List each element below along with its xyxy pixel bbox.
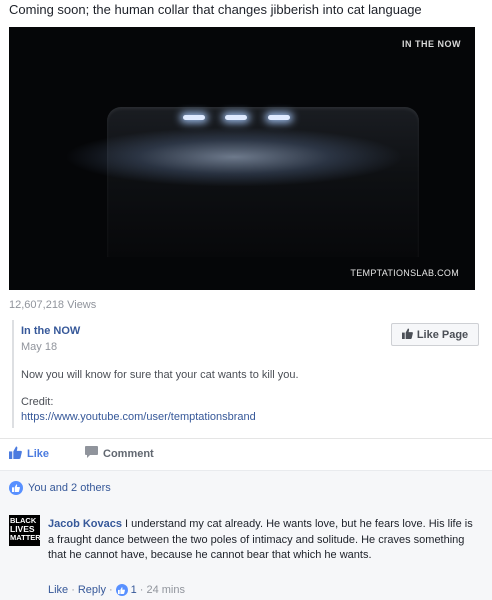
meta-separator: · [139,584,144,596]
post-text: Now you will know for sure that your cat… [21,369,299,381]
comment-button-label: Comment [103,447,154,460]
like-button-label: Like [27,448,50,460]
thumbs-up-icon [401,327,413,342]
meta-separator: · [108,584,113,596]
like-page-label: Like Page [416,328,469,341]
like-reaction-icon [9,481,23,495]
comment-time[interactable]: 24 mins [146,584,185,596]
video-watermark: TEMPTATIONSLAB.COM [350,268,459,278]
comment-button[interactable]: Comment [85,446,154,461]
post-headline: Coming soon; the human collar that chang… [9,2,422,17]
comment-icon [85,446,98,461]
like-reaction-icon [115,584,128,596]
video-channel-badge: IN THE NOW [402,39,461,49]
video-led [183,115,205,120]
page-name-link[interactable]: In the NOW [21,325,80,337]
credit-label: Credit: [21,396,54,408]
view-count: 12,607,218 Views [9,299,97,311]
comment-like-link[interactable]: Like [48,584,68,596]
comment-reply-link[interactable]: Reply [78,584,106,596]
avatar-text: MATTER [10,533,40,542]
like-page-button[interactable]: Like Page [391,323,479,346]
video-glow [64,127,404,187]
reaction-summary-text: You and 2 others [28,482,111,494]
thumbs-up-icon [9,446,22,462]
like-button[interactable]: Like [9,446,49,462]
comment-body: Jacob Kovacs I understand my cat already… [48,517,473,564]
comment-like-count[interactable]: 1 [131,584,137,596]
video-player[interactable]: IN THE NOW TEMPTATIONSLAB.COM [9,27,475,290]
video-led [225,115,247,120]
divider [0,438,492,439]
post-date[interactable]: May 18 [21,341,57,353]
credit-link[interactable]: https://www.youtube.com/user/temptations… [21,411,256,423]
meta-separator: · [71,584,75,596]
shared-post-bar [12,320,14,428]
comment-author[interactable]: Jacob Kovacs [48,518,122,530]
avatar[interactable]: BLACK LIVES MATTER [9,515,40,546]
video-led [268,115,290,120]
comment-meta: Like · Reply · 1 · 24 mins [48,584,185,596]
reaction-summary[interactable]: You and 2 others [9,481,111,495]
